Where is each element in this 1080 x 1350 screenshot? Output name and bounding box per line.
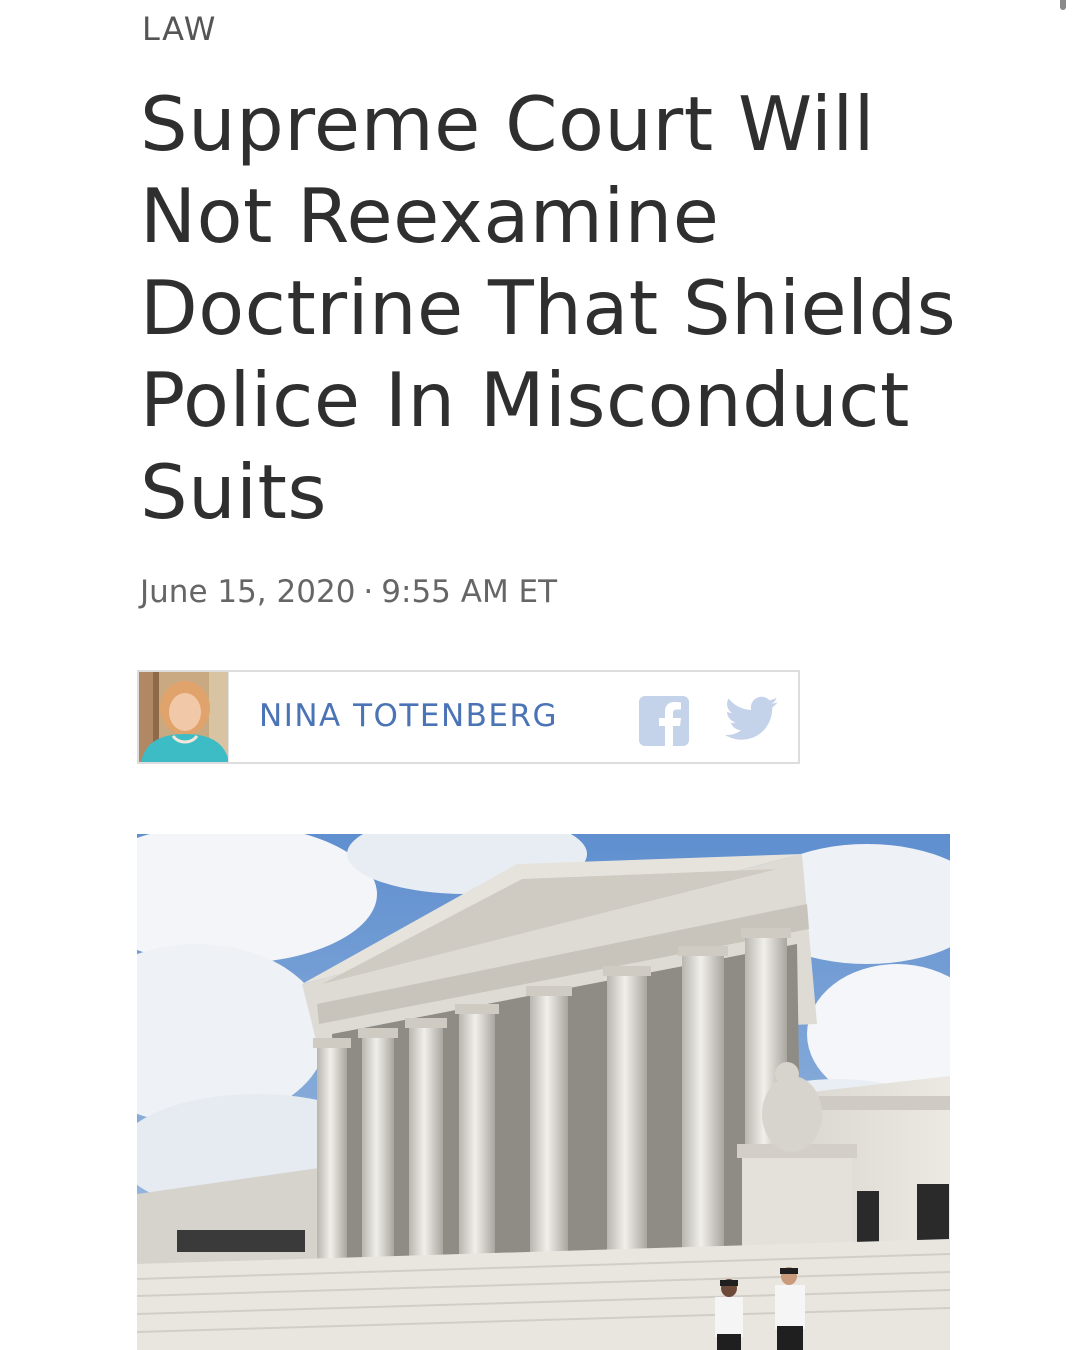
twitter-icon[interactable] — [724, 696, 779, 742]
author-photo-image — [139, 672, 228, 762]
facebook-icon[interactable] — [639, 696, 689, 746]
supreme-court-photo — [137, 834, 950, 1350]
byline: NINA TOTENBERG — [137, 670, 800, 764]
lead-image[interactable] — [137, 834, 950, 1350]
article-headline: Supreme Court Will Not Reexamine Doctrin… — [140, 80, 957, 536]
dateline: June 15, 2020 · 9:55 AM ET — [140, 574, 557, 610]
scrollbar-thumb[interactable] — [1060, 0, 1066, 10]
publish-time: 9:55 AM ET — [381, 574, 558, 610]
author-name-link[interactable]: NINA TOTENBERG — [259, 698, 558, 734]
author-photo[interactable] — [139, 672, 229, 762]
section-label[interactable]: LAW — [142, 10, 217, 48]
publish-date: June 15, 2020 — [140, 574, 356, 610]
dateline-separator: · — [363, 574, 374, 610]
